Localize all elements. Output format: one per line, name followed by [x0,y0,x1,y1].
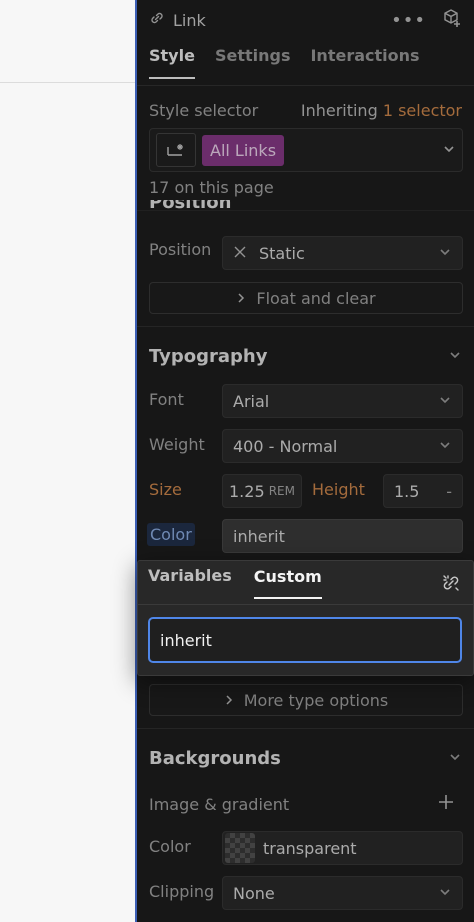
height-label[interactable]: Height [312,480,365,499]
weight-label: Weight [149,435,205,454]
tab-settings[interactable]: Settings [215,46,291,65]
tab-interactions[interactable]: Interactions [310,46,419,65]
color-input-value: inherit [160,630,212,650]
backgrounds-header[interactable]: Backgrounds [137,744,474,772]
position-section-title: Position [149,200,232,213]
tab-style[interactable]: Style [149,46,195,79]
chevron-down-icon [438,438,452,455]
selector-field[interactable]: All Links [149,128,463,172]
panel-header: Link ••• [137,0,474,40]
position-value: Static [259,243,305,263]
size-input[interactable]: 1.25 REM [222,474,302,508]
chevron-down-icon[interactable] [442,142,456,159]
color-input[interactable]: inherit [222,519,463,553]
height-input[interactable]: 1.5 - [383,474,463,508]
weight-select[interactable]: 400 - Normal [222,429,463,463]
color-label[interactable]: Color [147,523,195,546]
typography-title: Typography [149,345,268,367]
color-value-input[interactable]: inherit [148,617,462,663]
typography-header[interactable]: Typography [137,342,474,370]
tab-variables[interactable]: Variables [148,566,232,585]
design-canvas[interactable] [0,0,135,922]
backgrounds-title: Backgrounds [149,747,281,769]
selector-state-icon[interactable] [156,133,196,167]
style-selector-row: Style selector Inheriting 1 selector [137,98,474,122]
size-unit[interactable]: REM [269,484,295,498]
clipping-label: Clipping [149,882,215,901]
link-icon [149,10,165,30]
transparent-swatch[interactable] [225,833,255,863]
canvas-divider [0,82,135,83]
detach-link-icon[interactable] [441,573,461,597]
font-label: Font [149,390,184,409]
selector-count: 17 on this page [149,178,274,197]
height-unit[interactable]: - [446,482,452,501]
inheriting-count-link[interactable]: 1 selector [383,101,462,120]
chevron-down-icon [438,393,452,410]
more-icon[interactable]: ••• [391,10,426,31]
panel-tabs: Style Settings Interactions [137,40,474,86]
style-panel: Link ••• Style Settings Interactions Sty… [135,0,474,922]
selector-chip-all-links[interactable]: All Links [202,134,285,166]
size-label[interactable]: Size [149,480,182,499]
clipping-value: None [233,883,275,903]
chevron-right-icon [236,289,246,308]
float-and-clear-button[interactable]: Float and clear [149,282,463,314]
weight-value: 400 - Normal [233,436,338,456]
float-and-clear-label: Float and clear [256,288,376,308]
style-selector-label: Style selector [149,100,259,120]
chevron-down-icon [438,885,452,902]
size-value: 1.25 [229,481,265,501]
font-select[interactable]: Arial [222,384,463,418]
bg-color-label: Color [149,837,191,856]
position-label: Position [149,240,212,259]
color-popover: Variables Custom inherit [137,560,474,676]
font-value: Arial [233,391,270,411]
chevron-down-icon [438,245,452,262]
position-title-clip: Position [137,200,474,216]
tab-custom[interactable]: Custom [254,567,322,599]
add-icon[interactable] [438,794,454,814]
selector-count-row: 17 on this page [137,178,474,200]
chevron-right-icon [224,691,234,710]
position-select[interactable]: Static [222,236,463,270]
more-type-options-button[interactable]: More type options [149,684,463,716]
add-component-icon[interactable] [442,8,462,32]
more-type-options-label: More type options [243,690,389,710]
inheriting-text: Inheriting 1 selector [301,101,462,120]
image-gradient-row: Image & gradient [137,792,474,816]
bg-color-input[interactable]: transparent [222,831,463,865]
clipping-select[interactable]: None [222,876,463,910]
chevron-down-icon[interactable] [448,750,462,767]
bg-color-value: transparent [263,838,357,858]
popover-tabs: Variables Custom [138,561,473,605]
element-name: Link [173,10,206,30]
static-x-icon [233,244,247,263]
color-value: inherit [233,526,285,546]
inheriting-prefix: Inheriting [300,100,378,120]
height-value: 1.5 [394,481,420,501]
image-gradient-label: Image & gradient [149,794,290,814]
chevron-down-icon[interactable] [448,348,462,365]
